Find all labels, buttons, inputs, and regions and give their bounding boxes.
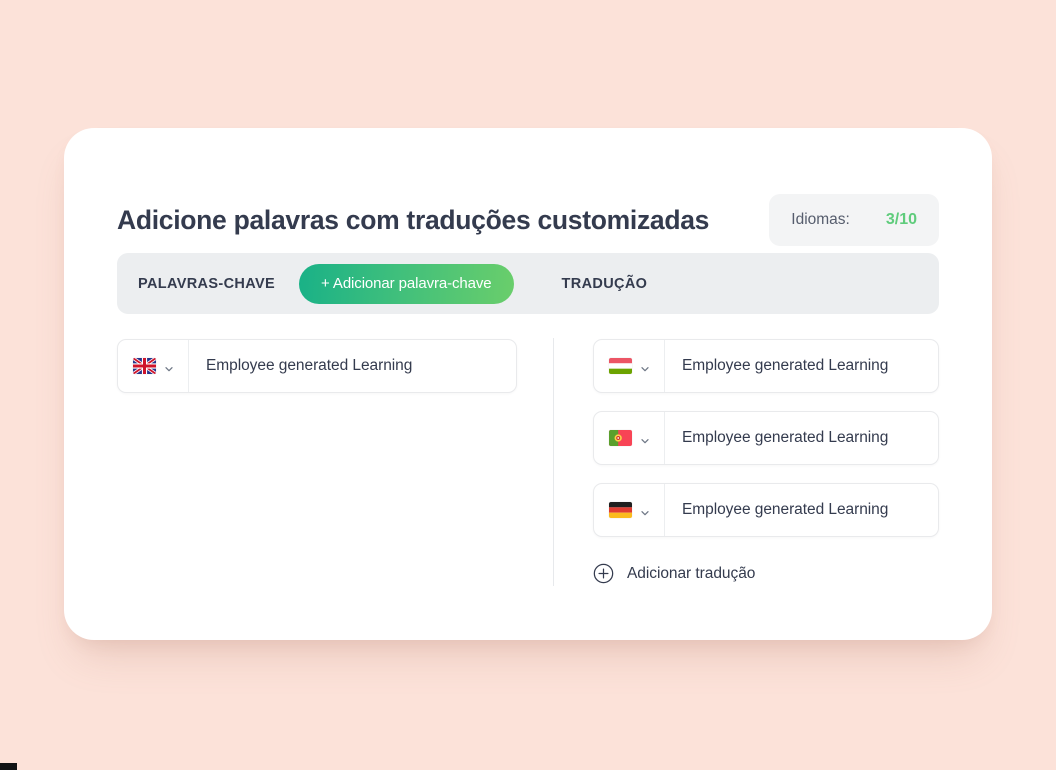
- translation-input-hu[interactable]: [665, 340, 938, 392]
- add-keyword-button[interactable]: + Adicionar palavra-chave: [299, 263, 514, 304]
- editor-body: Adicionar tradução: [117, 328, 939, 608]
- tab-keywords[interactable]: PALAVRAS-CHAVE: [138, 276, 275, 292]
- tab-bar: PALAVRAS-CHAVE + Adicionar palavra-chave…: [117, 253, 939, 314]
- languages-badge-count: 3/10: [885, 211, 917, 228]
- translation-language-selector-hu[interactable]: [594, 340, 665, 392]
- united-kingdom-flag: [132, 358, 156, 374]
- page-title: Adicione palavras com traduções customiz…: [117, 204, 710, 235]
- bottom-left-artifact: [0, 763, 17, 770]
- translations-column: Adicionar tradução: [593, 339, 939, 584]
- translation-row: [593, 411, 939, 465]
- chevron-down-icon: [164, 361, 174, 372]
- keyword-row: [117, 339, 517, 393]
- translation-input-de[interactable]: [665, 484, 938, 536]
- translation-language-selector-de[interactable]: [594, 484, 665, 536]
- portugal-flag: [608, 430, 632, 446]
- add-translation-label: Adicionar tradução: [627, 564, 756, 582]
- translation-row: [593, 483, 939, 537]
- languages-badge-label: Idiomas:: [791, 211, 850, 228]
- chevron-down-icon: [640, 361, 650, 372]
- translation-row: [593, 339, 939, 393]
- tab-translation[interactable]: TRADUÇÃO: [562, 276, 648, 292]
- germany-flag: [608, 502, 632, 518]
- plus-circle-icon: [593, 563, 614, 584]
- column-divider: [553, 338, 554, 586]
- translation-input-pt[interactable]: [665, 412, 938, 464]
- chevron-down-icon: [640, 505, 650, 516]
- keyword-input[interactable]: [189, 340, 516, 392]
- translation-language-selector-pt[interactable]: [594, 412, 665, 464]
- languages-badge: Idiomas: 3/10: [769, 194, 939, 246]
- keywords-column: [117, 339, 517, 393]
- add-translation-button[interactable]: Adicionar tradução: [593, 563, 755, 584]
- card-header: Adicione palavras com traduções customiz…: [117, 193, 939, 247]
- keyword-language-selector[interactable]: [118, 340, 189, 392]
- hungary-flag: [608, 358, 632, 374]
- chevron-down-icon: [640, 433, 650, 444]
- main-card: Adicione palavras com traduções customiz…: [64, 128, 992, 640]
